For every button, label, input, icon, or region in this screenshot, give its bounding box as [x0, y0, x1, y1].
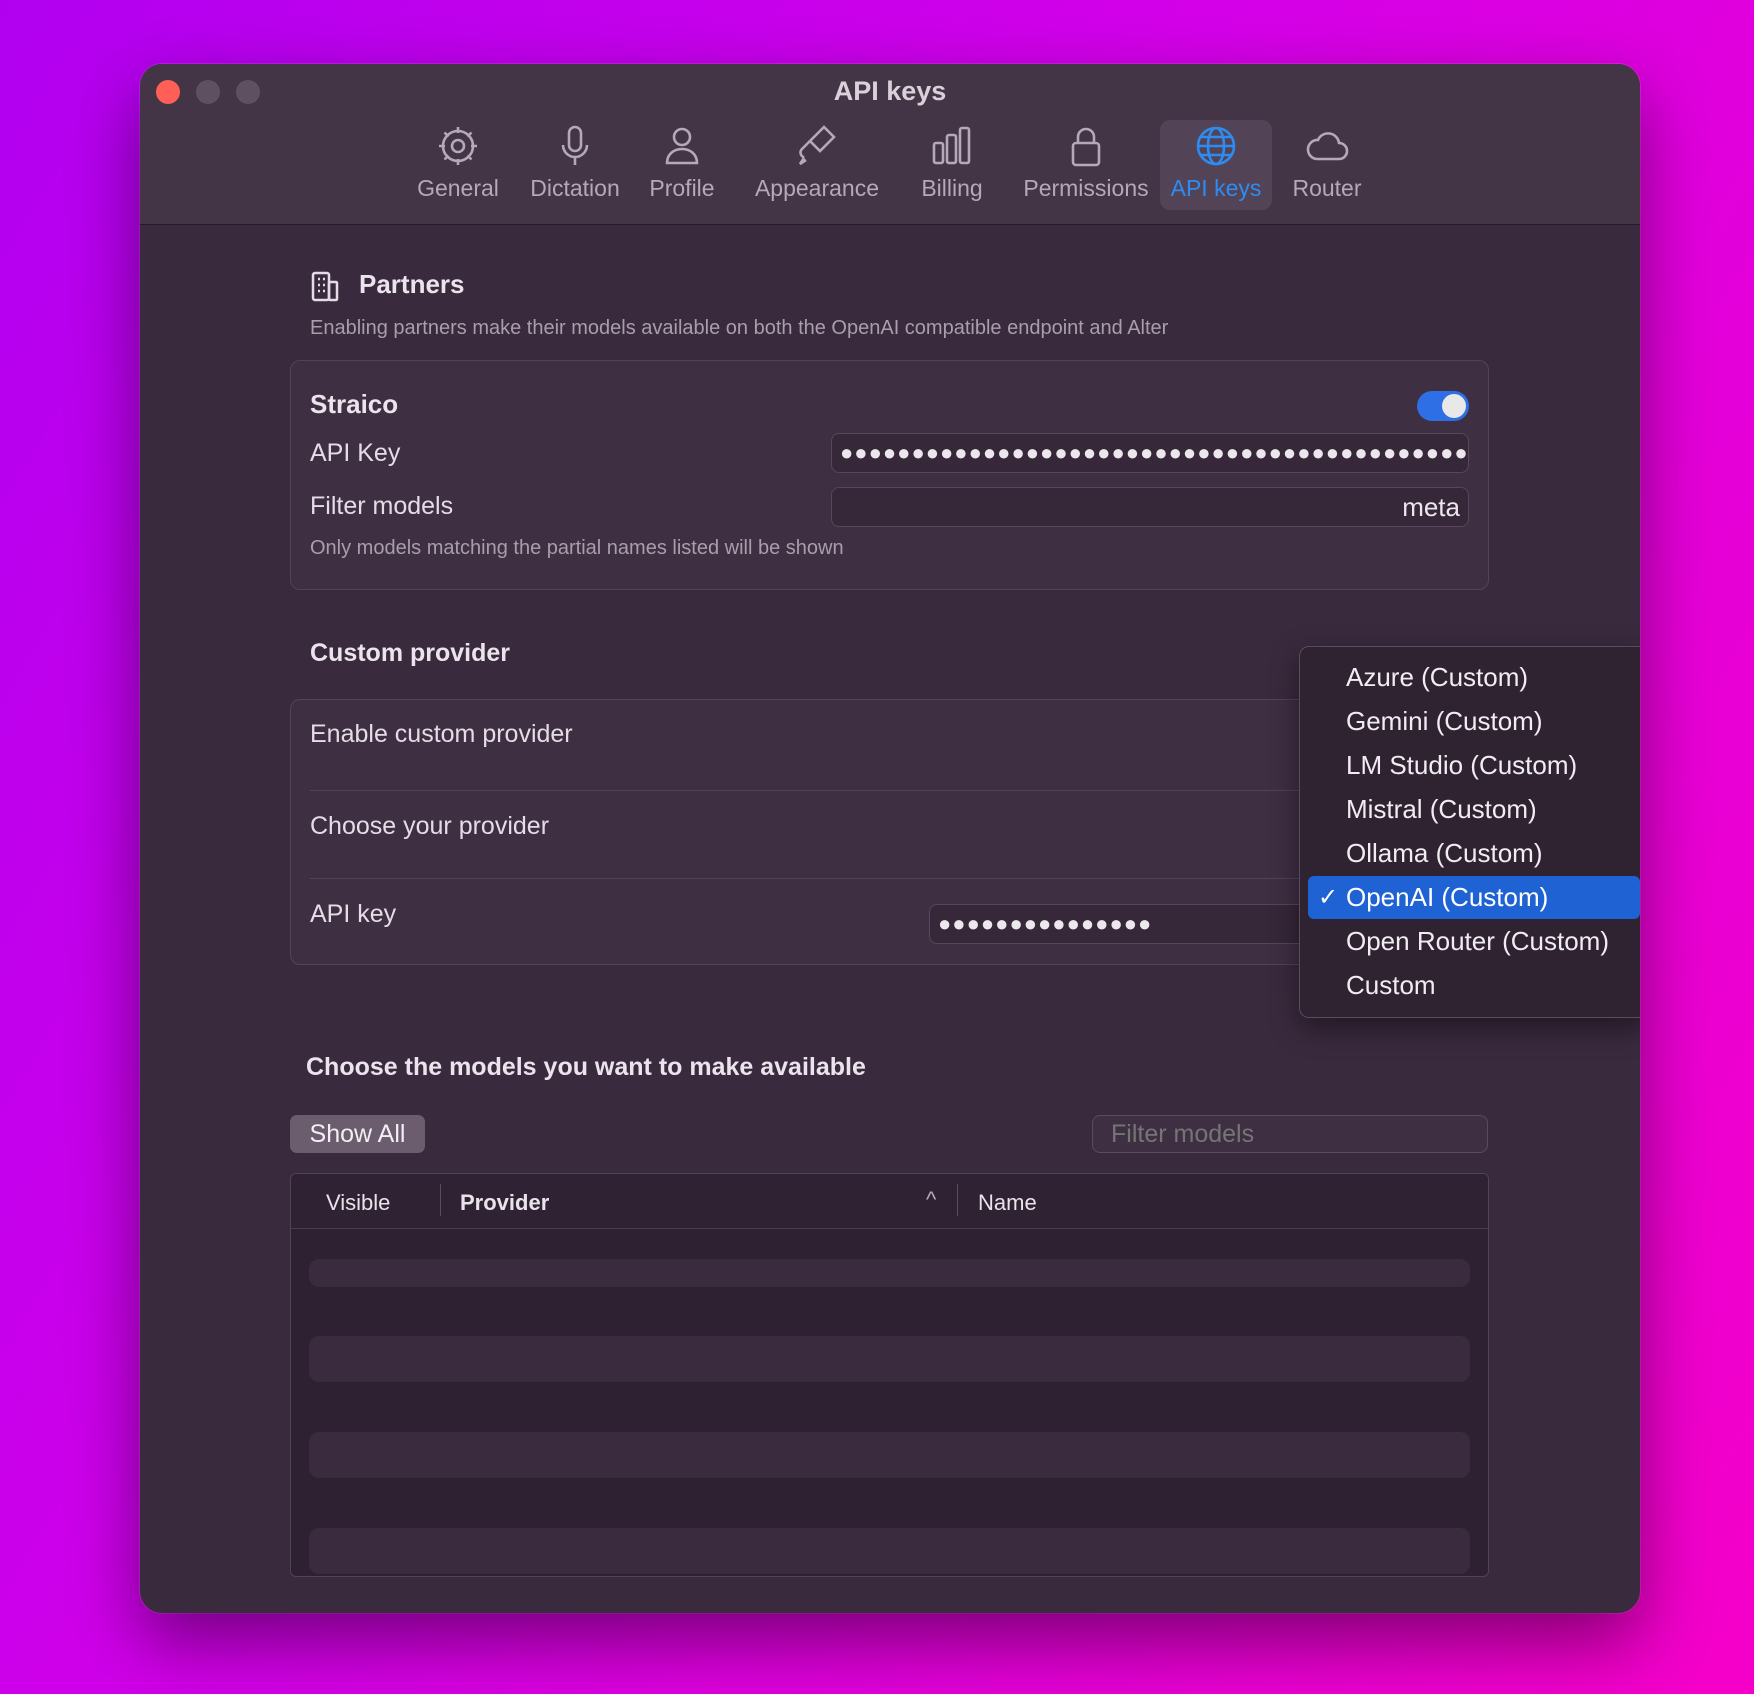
tab-label: Billing	[921, 175, 982, 202]
tab-label: Appearance	[755, 175, 879, 202]
models-title: Choose the models you want to make avail…	[306, 1053, 866, 1082]
building-icon	[310, 270, 340, 302]
microphone-icon	[552, 123, 598, 169]
globe-icon	[1193, 123, 1239, 169]
tab-profile[interactable]: Profile	[637, 120, 727, 210]
menu-item-gemini[interactable]: Gemini (Custom)	[1308, 700, 1640, 743]
tab-general[interactable]: General	[403, 120, 513, 210]
menu-item-azure[interactable]: Azure (Custom)	[1308, 656, 1640, 699]
straico-filter-label: Filter models	[310, 492, 453, 521]
straico-toggle[interactable]	[1417, 391, 1469, 421]
menu-item-label: OpenAI (Custom)	[1346, 882, 1548, 913]
table-row	[309, 1432, 1470, 1478]
menu-item-lm-studio[interactable]: LM Studio (Custom)	[1308, 744, 1640, 787]
person-icon	[659, 123, 705, 169]
settings-window: API keys General Dictation Profile	[140, 64, 1640, 1613]
custom-api-key-label: API key	[310, 900, 396, 929]
menu-item-openai[interactable]: ✓ OpenAI (Custom)	[1308, 876, 1640, 919]
menu-item-ollama[interactable]: Ollama (Custom)	[1308, 832, 1640, 875]
checkmark-icon: ✓	[1318, 876, 1338, 919]
straico-filter-field[interactable]: meta	[831, 487, 1469, 527]
gear-icon	[435, 123, 481, 169]
provider-dropdown-menu: Azure (Custom) Gemini (Custom) LM Studio…	[1299, 646, 1640, 1018]
tab-router[interactable]: Router	[1282, 120, 1372, 210]
tab-api-keys[interactable]: API keys	[1160, 120, 1272, 210]
straico-name: Straico	[310, 389, 398, 420]
divider	[310, 790, 1469, 791]
show-all-button[interactable]: Show All	[290, 1115, 425, 1153]
column-separator	[957, 1184, 958, 1216]
partners-description: Enabling partners make their models avai…	[310, 317, 1168, 340]
toggle-knob	[1442, 394, 1466, 418]
tab-dictation[interactable]: Dictation	[518, 120, 632, 210]
tab-label: Permissions	[1023, 175, 1148, 202]
filter-models-input[interactable]	[1092, 1115, 1488, 1153]
tab-label: Router	[1292, 175, 1361, 202]
tab-label: API keys	[1171, 175, 1262, 202]
tab-label: Dictation	[530, 175, 619, 202]
column-visible[interactable]: Visible	[326, 1190, 390, 1216]
cloud-icon	[1304, 123, 1350, 169]
paintbrush-icon	[794, 123, 840, 169]
straico-filter-hint: Only models matching the partial names l…	[310, 537, 844, 560]
titlebar: API keys General Dictation Profile	[140, 64, 1640, 225]
column-separator	[440, 1184, 441, 1216]
lock-icon	[1063, 123, 1109, 169]
straico-card: Straico API Key ●●●●●●●●●●●●●●●●●●●●●●●●…	[290, 360, 1489, 590]
tab-permissions[interactable]: Permissions	[1016, 120, 1156, 210]
enable-custom-provider-label: Enable custom provider	[310, 720, 573, 749]
divider	[310, 878, 1469, 879]
menu-item-custom[interactable]: Custom	[1308, 964, 1640, 1007]
tab-appearance[interactable]: Appearance	[747, 120, 887, 210]
straico-api-key-field[interactable]: ●●●●●●●●●●●●●●●●●●●●●●●●●●●●●●●●●●●●●●●●…	[831, 433, 1469, 473]
settings-toolbar: General Dictation Profile Appearance	[140, 120, 1640, 220]
sort-ascending-icon[interactable]: ^	[926, 1187, 936, 1213]
tab-label: Profile	[649, 175, 714, 202]
column-name[interactable]: Name	[978, 1190, 1037, 1216]
table-row	[309, 1528, 1470, 1574]
window-title: API keys	[140, 76, 1640, 107]
bar-chart-icon	[929, 123, 975, 169]
table-row	[309, 1259, 1470, 1287]
tab-label: General	[417, 175, 499, 202]
menu-item-mistral[interactable]: Mistral (Custom)	[1308, 788, 1640, 831]
column-provider[interactable]: Provider	[460, 1190, 549, 1216]
menu-item-open-router[interactable]: Open Router (Custom)	[1308, 920, 1640, 963]
models-table: Visible Provider ^ Name	[290, 1173, 1489, 1577]
table-row	[309, 1336, 1470, 1382]
choose-provider-label: Choose your provider	[310, 812, 549, 841]
partners-title: Partners	[359, 269, 465, 300]
tab-billing[interactable]: Billing	[902, 120, 1002, 210]
straico-api-key-label: API Key	[310, 439, 400, 468]
custom-provider-title: Custom provider	[310, 639, 510, 668]
